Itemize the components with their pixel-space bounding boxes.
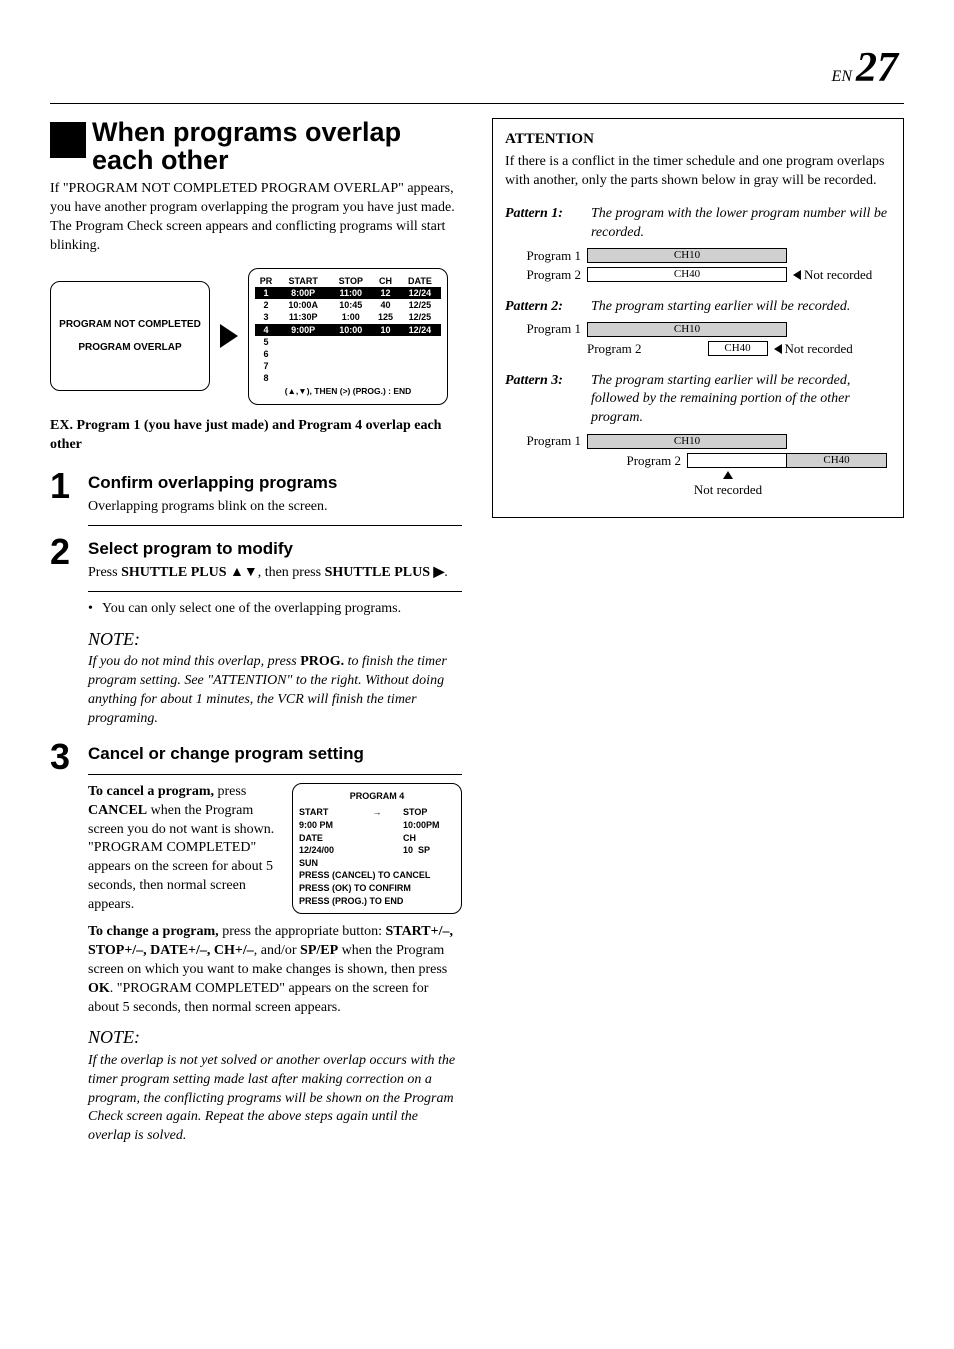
bullet-text: You can only select one of the overlappi… (102, 600, 401, 619)
table-row: 1 8:00P 11:00 12 12/24 (255, 287, 441, 299)
step-heading: Select program to modify (88, 538, 462, 561)
bar-ch10: CH10 (587, 248, 787, 263)
col-pr: PR (255, 275, 277, 287)
panel-line1: PROGRAM NOT COMPLETED (59, 318, 201, 332)
pattern-label: Pattern 3: (505, 372, 591, 429)
pattern-desc: The program starting earlier will be rec… (591, 298, 891, 317)
example-line: EX. Program 1 (you have just made) and P… (50, 417, 462, 455)
table-row: 8 (255, 372, 441, 384)
note-body: If the overlap is not yet solved or anot… (88, 1052, 462, 1146)
bullet-icon: • (88, 600, 102, 619)
attention-intro: If there is a conflict in the timer sche… (505, 153, 891, 191)
pattern-3: Pattern 3: The program starting earlier … (505, 372, 891, 429)
p2-prog1-row: Program 1 CH10 (505, 320, 891, 338)
panel-footer: (▲,▼), THEN (>) (PROG.) : END (255, 386, 441, 397)
bar-ch10: CH10 (587, 322, 787, 337)
step-2: 2 Select program to modify Press SHUTTLE… (50, 534, 462, 583)
p2-prog2-row: Program 2 CH40 Not recorded (587, 340, 891, 358)
note-body: If you do not mind this overlap, press P… (88, 653, 462, 729)
table-row: 6 (255, 348, 441, 360)
step-body-text: Overlapping programs blink on the screen… (88, 498, 462, 517)
step-body-text: Press SHUTTLE PLUS ▲▼, then press SHUTTL… (88, 564, 462, 583)
not-recorded-annot: Not recorded (793, 266, 872, 284)
top-rule (50, 103, 904, 104)
bar-ch40-left (687, 453, 787, 468)
step-bullet: • You can only select one of the overlap… (88, 600, 462, 619)
pattern-desc: The program with the lower program numbe… (591, 205, 891, 243)
cancel-paragraph: To cancel a program, press CANCEL when t… (88, 783, 280, 915)
step-number: 1 (50, 468, 88, 504)
bar-ch10: CH10 (587, 434, 787, 449)
program4-panel: PROGRAM 4 START 9:00 PM DATE 12/24/00 SU… (292, 783, 462, 914)
col-date: DATE (399, 275, 441, 287)
step-1: 1 Confirm overlapping programs Overlappi… (50, 468, 462, 517)
pattern-1: Pattern 1: The program with the lower pr… (505, 205, 891, 243)
step-heading: Cancel or change program setting (88, 743, 462, 766)
table-row: 2 10:00A 10:45 40 12/25 (255, 299, 441, 311)
step-number: 3 (50, 739, 88, 775)
arrow-left-icon (793, 270, 801, 280)
p3-prog1-row: Program 1 CH10 (505, 432, 891, 450)
step-number: 2 (50, 534, 88, 570)
page-num: 27 (856, 45, 898, 91)
left-column: When programs overlap each other If "PRO… (50, 118, 462, 1161)
arrow-left-icon (774, 344, 782, 354)
p1-prog1-row: Program 1 CH10 (505, 247, 891, 265)
section-title: When programs overlap each other (92, 118, 462, 175)
pattern-desc: The program starting earlier will be rec… (591, 372, 891, 429)
col-ch: CH (372, 275, 399, 287)
figure-overlap-screens: PROGRAM NOT COMPLETED PROGRAM OVERLAP PR… (50, 268, 462, 405)
arrow-up-row (505, 471, 891, 479)
step-separator (88, 591, 462, 592)
col-start: START (277, 275, 329, 287)
arrow-right-icon: → (351, 806, 403, 869)
bar-ch40: CH40 (587, 267, 787, 282)
page-prefix: EN (832, 68, 852, 85)
step-separator (88, 774, 462, 775)
step-3: 3 Cancel or change program setting To ca… (50, 739, 462, 1156)
program-check-panel: PR START STOP CH DATE 1 8:00P 11:00 12 1… (248, 268, 448, 405)
overlap-message-panel: PROGRAM NOT COMPLETED PROGRAM OVERLAP (50, 281, 210, 391)
right-column: ATTENTION If there is a conflict in the … (492, 118, 904, 1161)
note-heading: NOTE: (88, 627, 462, 651)
col-stop: STOP (329, 275, 372, 287)
p3-prog2-row: Program 2 CH40 (505, 452, 891, 470)
table-row: 7 (255, 360, 441, 372)
attention-title: ATTENTION (505, 129, 891, 149)
arrow-right-icon (220, 324, 238, 348)
pattern-2: Pattern 2: The program starting earlier … (505, 298, 891, 317)
not-recorded-annot: Not recorded (774, 340, 853, 358)
section-intro: If "PROGRAM NOT COMPLETED PROGRAM OVERLA… (50, 180, 462, 256)
change-paragraph: To change a program, press the appropria… (88, 923, 462, 1017)
table-row: 4 9:00P 10:00 10 12/24 (255, 324, 441, 336)
prog4-title: PROGRAM 4 (299, 790, 455, 803)
table-row: 5 (255, 336, 441, 348)
p1-prog2-row: Program 2 CH40 Not recorded (505, 266, 891, 284)
arrow-up-icon (723, 471, 733, 479)
section-marker (50, 122, 86, 158)
step-separator (88, 525, 462, 526)
page-number: EN 27 (50, 40, 904, 97)
note-heading: NOTE: (88, 1025, 462, 1049)
pattern-label: Pattern 2: (505, 298, 591, 317)
pattern-label: Pattern 1: (505, 205, 591, 243)
attention-box: ATTENTION If there is a conflict in the … (492, 118, 904, 518)
bar-ch40-right: CH40 (787, 453, 887, 468)
panel-line2: PROGRAM OVERLAP (59, 341, 201, 355)
table-row: 3 11:30P 1:00 125 12/25 (255, 311, 441, 323)
not-recorded-center: Not recorded (505, 481, 891, 499)
step-heading: Confirm overlapping programs (88, 472, 462, 495)
bar-ch40: CH40 (708, 341, 768, 356)
